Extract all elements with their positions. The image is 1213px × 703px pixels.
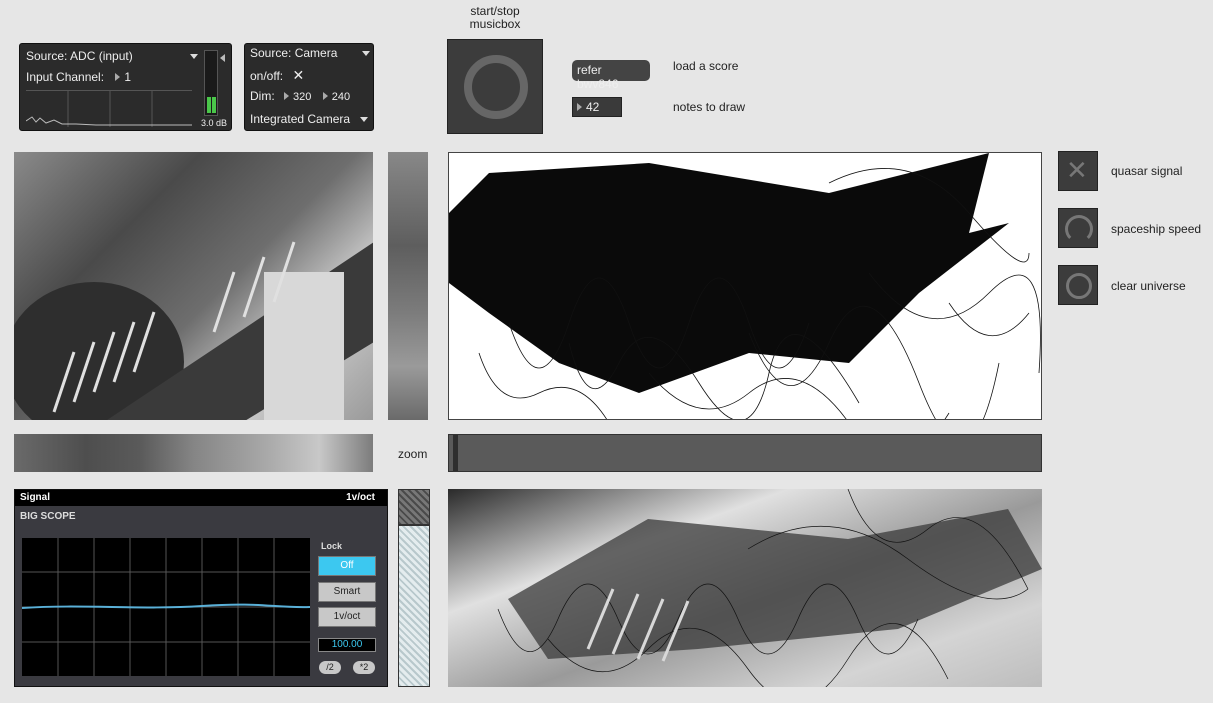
scope-header: Signal 1v/oct — [15, 490, 387, 506]
camera-source-label: Source: Camera — [250, 46, 338, 60]
score-drawing-canvas — [448, 152, 1042, 420]
scope-display — [21, 538, 311, 676]
musicbox-label: start/stop musicbox — [469, 4, 521, 31]
composite-graphic — [497, 489, 1042, 687]
x-icon: ✕ — [1066, 155, 1088, 185]
ring-icon — [464, 55, 528, 119]
camera-panel: Source: Camera on/off: ✕ Dim: 320 240 In… — [244, 43, 374, 131]
number-arrow-icon — [115, 73, 121, 81]
adc-source-label: Source: ADC (input) — [26, 49, 133, 63]
spaceship-speed-label: spaceship speed — [1111, 222, 1202, 236]
refer-score-button[interactable]: refer bwv846 — [572, 60, 650, 91]
spaceship-speed-dial[interactable] — [1058, 208, 1098, 248]
score-lines-graphic — [449, 153, 1041, 419]
guitar-video-frame — [14, 241, 373, 420]
scope-value-field[interactable]: 100.00 — [318, 638, 376, 652]
quasar-signal-button[interactable]: ✕ — [1058, 151, 1098, 191]
input-channel-row: Input Channel: 1 — [26, 70, 176, 86]
halve-button[interactable]: /2 — [319, 661, 341, 674]
onoff-row: on/off: ✕ — [250, 67, 370, 83]
input-channel-number[interactable]: 1 — [115, 70, 131, 84]
dim-label: Dim: — [250, 89, 275, 103]
circle-icon — [1066, 273, 1092, 299]
camera-device-menu[interactable]: Integrated Camera — [250, 112, 368, 128]
dropdown-arrow-icon — [362, 51, 370, 56]
waveform-graph — [25, 91, 192, 127]
dim-height-number[interactable]: 240 — [322, 91, 350, 103]
camera-device-label: Integrated Camera — [250, 112, 351, 126]
lock-off-button[interactable]: Off — [318, 556, 376, 576]
camera-video-view — [14, 152, 373, 420]
lock-label: Lock — [321, 541, 343, 551]
adc-panel: Source: ADC (input) Input Channel: 1 3.0… — [19, 43, 232, 131]
dim-width-number[interactable]: 320 — [284, 91, 311, 103]
musicbox-toggle-button[interactable] — [447, 39, 543, 134]
composite-video-view — [448, 489, 1042, 687]
hatched-slider-top — [399, 490, 429, 526]
hatched-slider[interactable] — [398, 489, 430, 687]
adc-source-menu[interactable]: Source: ADC (input) — [26, 49, 198, 65]
ring-icon — [1065, 215, 1093, 243]
dropdown-arrow-icon — [190, 54, 198, 59]
vertical-strip-view — [388, 152, 428, 420]
clear-universe-label: clear universe — [1111, 279, 1186, 293]
notes-to-draw-number[interactable]: 42 — [572, 97, 622, 117]
dropdown-arrow-icon — [360, 117, 368, 122]
load-score-label: load a score — [673, 59, 739, 73]
lock-smart-button[interactable]: Smart — [318, 582, 376, 602]
signal-label: Signal — [20, 492, 51, 503]
meter-value: 3.0 dB — [200, 118, 228, 128]
number-arrow-icon — [577, 103, 582, 111]
scope-title: BIG SCOPE — [20, 511, 76, 522]
onoff-label: on/off: — [250, 69, 284, 83]
camera-source-menu[interactable]: Source: Camera — [250, 46, 370, 62]
level-meter[interactable] — [204, 50, 218, 116]
camera-toggle[interactable]: ✕ — [292, 67, 304, 83]
clear-universe-button[interactable] — [1058, 265, 1098, 305]
lock-1voct-button[interactable]: 1v/oct — [318, 607, 376, 627]
meter-fill — [212, 97, 216, 113]
gain-arrow-icon — [220, 54, 225, 62]
double-button[interactable]: *2 — [353, 661, 375, 674]
horizontal-strip-view — [14, 434, 373, 472]
zoom-slider[interactable] — [448, 434, 1042, 472]
notes-to-draw-label: notes to draw — [673, 100, 746, 114]
input-waveform-display — [25, 90, 192, 127]
scope-mode-label: 1v/oct — [346, 492, 375, 503]
meter-fill — [207, 97, 211, 113]
input-channel-label: Input Channel: — [26, 70, 105, 84]
number-arrow-icon — [322, 92, 328, 100]
zoom-slider-handle[interactable] — [453, 435, 458, 471]
zoom-label: zoom — [398, 447, 428, 461]
quasar-signal-label: quasar signal — [1111, 164, 1183, 178]
dim-row: Dim: 320 240 — [250, 89, 374, 105]
number-arrow-icon — [284, 92, 290, 100]
scope-panel: Signal 1v/oct BIG SCOPE Lock Off Smart 1… — [14, 489, 388, 687]
scope-grid — [21, 538, 311, 676]
